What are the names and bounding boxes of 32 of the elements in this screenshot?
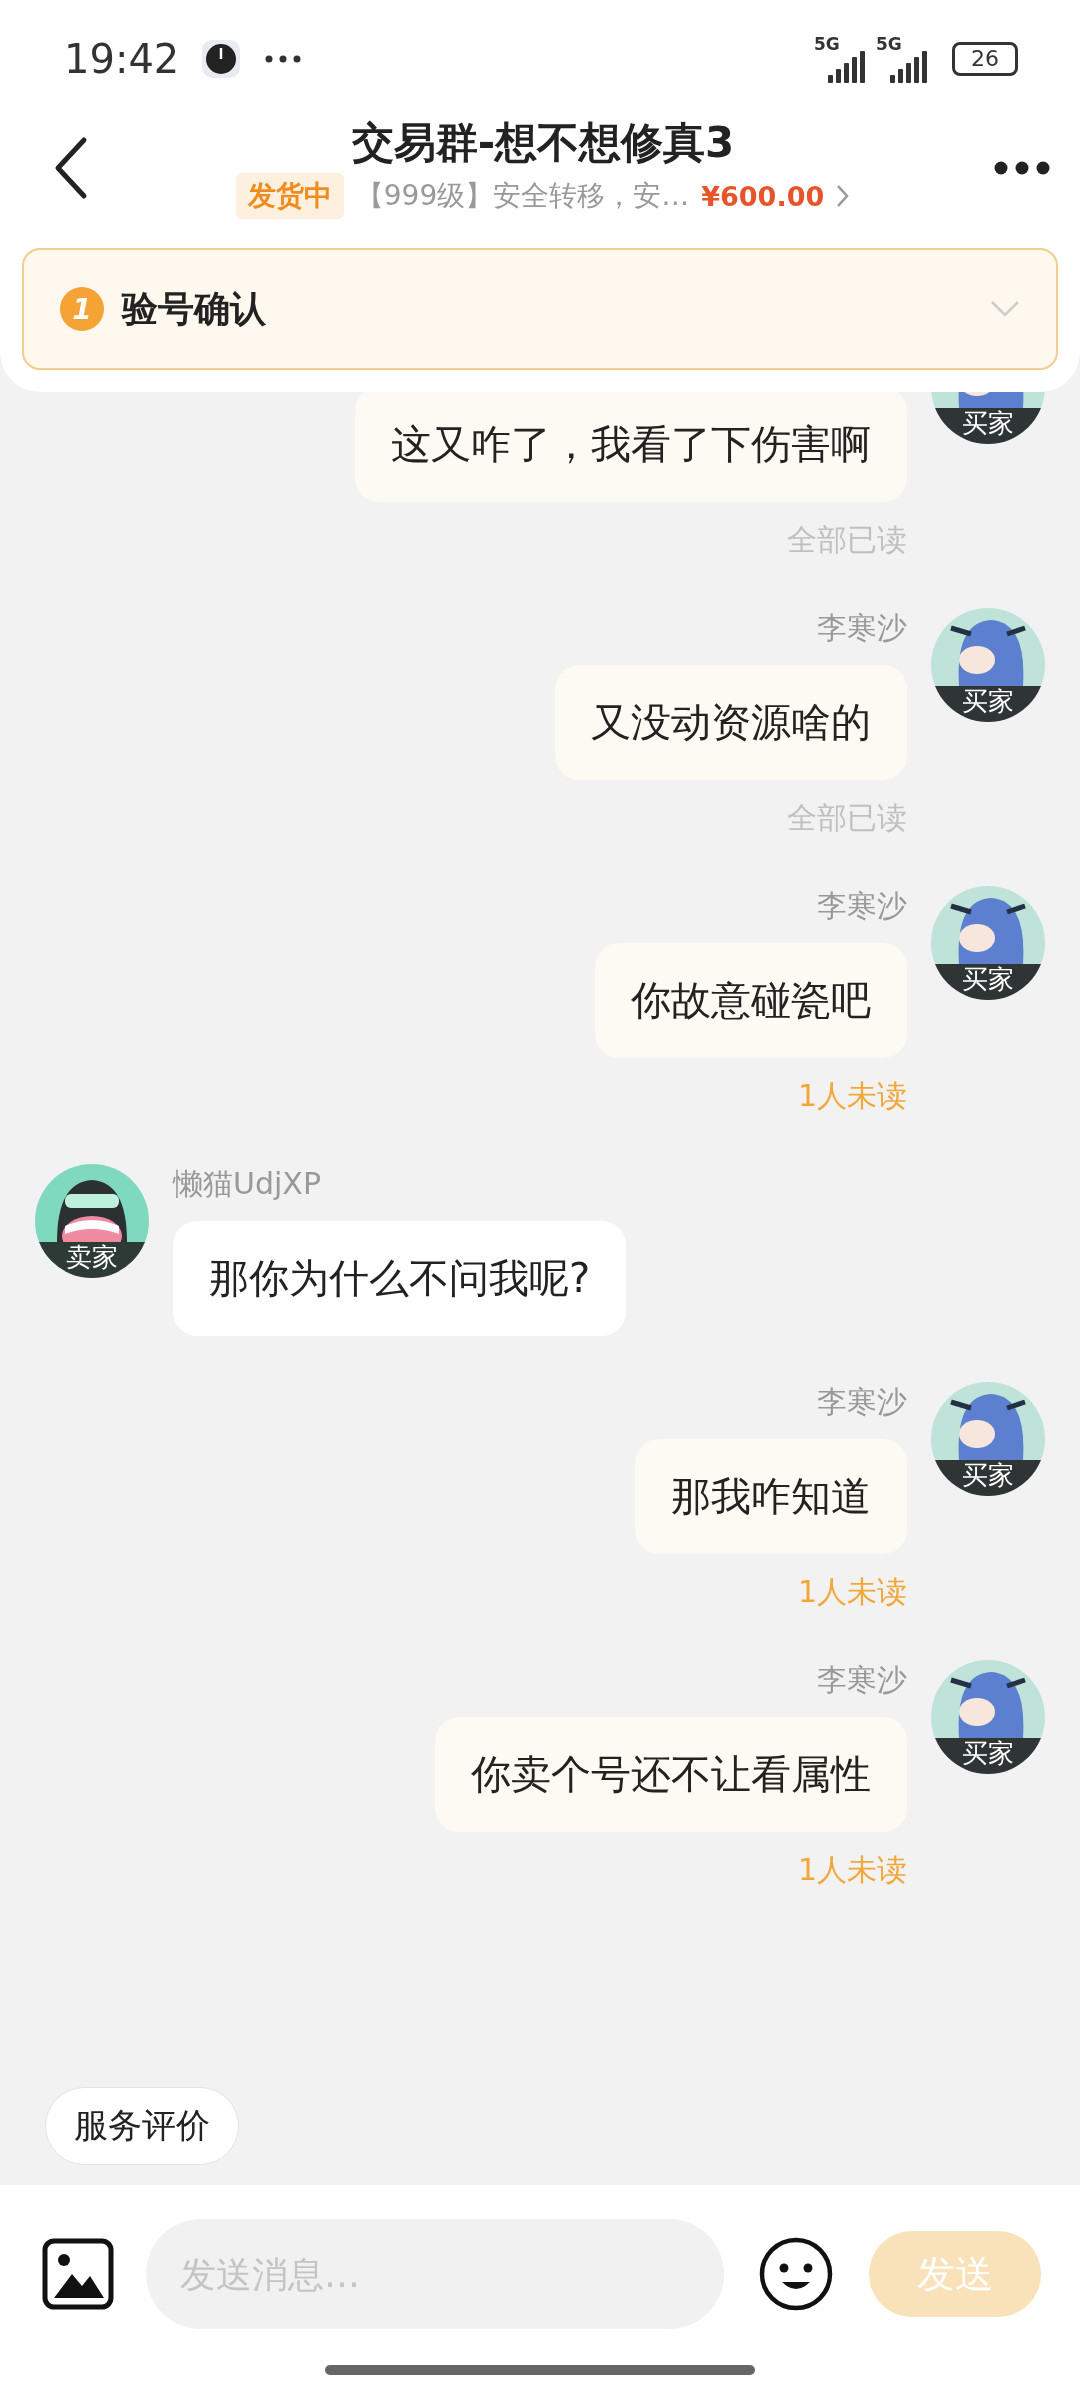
step-banner[interactable]: 1 验号确认 xyxy=(22,248,1058,370)
sender-name: 李寒沙 xyxy=(817,1661,907,1699)
network-type: 5G xyxy=(876,35,902,53)
network-type: 5G xyxy=(814,35,840,53)
sender-name: 李寒沙 xyxy=(817,1383,907,1421)
message-bubble[interactable]: 你故意碰瓷吧 xyxy=(595,943,907,1058)
battery-level: 26 xyxy=(971,48,999,70)
step-number: 1 xyxy=(60,287,104,331)
message-bubble[interactable]: 这又咋了，我看了下伤害啊 xyxy=(355,392,907,502)
sender-name: 李寒沙 xyxy=(817,609,907,647)
clock-icon xyxy=(201,39,242,79)
item-price: ¥600.00 xyxy=(701,180,825,212)
sender-name: 李寒沙 xyxy=(817,887,907,925)
read-receipt: 1人未读 xyxy=(797,1077,907,1115)
message-bubble[interactable]: 那你为什么不问我呢? xyxy=(173,1221,627,1336)
read-receipt: 1人未读 xyxy=(797,1851,907,1889)
message-bubble[interactable]: 你卖个号还不让看属性 xyxy=(435,1717,907,1832)
more-icon[interactable] xyxy=(994,161,1050,175)
emoji-icon[interactable] xyxy=(758,2236,834,2312)
step-label: 验号确认 xyxy=(122,286,267,331)
signal-icon xyxy=(826,49,868,83)
chat-title: 交易群-想不想修真3 xyxy=(351,117,735,169)
read-receipt: 1人未读 xyxy=(797,1573,907,1611)
image-icon[interactable] xyxy=(42,2238,114,2310)
chevron-right-icon[interactable] xyxy=(836,183,851,209)
message-bubble[interactable]: 又没动资源啥的 xyxy=(555,665,907,780)
sender-name: 懒猫UdjXP xyxy=(173,1165,321,1203)
message-bubble[interactable]: 那我咋知道 xyxy=(635,1439,907,1554)
status-badge: 发货中 xyxy=(235,173,344,219)
signal-icon xyxy=(888,49,930,83)
status-time: 19:42 xyxy=(64,36,180,82)
service-review-button[interactable]: 服务评价 xyxy=(45,2087,239,2165)
